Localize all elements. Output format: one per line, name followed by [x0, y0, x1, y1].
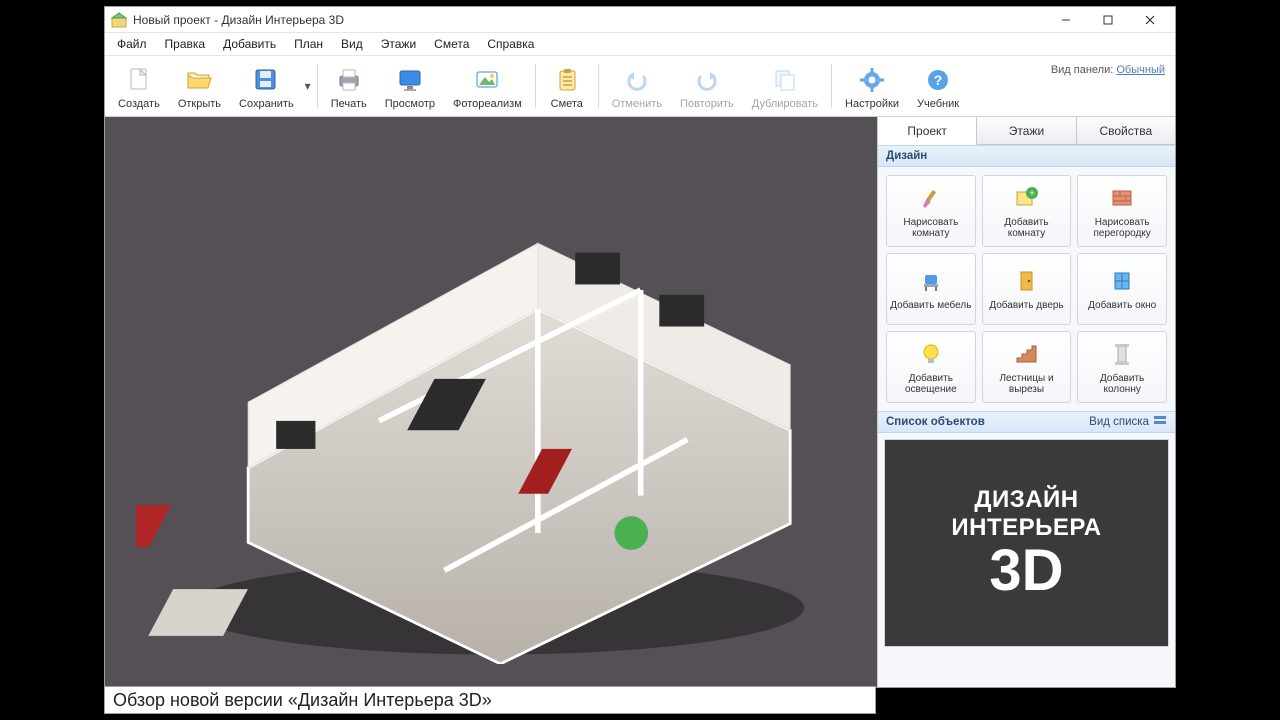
list-view-toggle[interactable] — [1153, 414, 1167, 431]
estimate-button[interactable]: Смета — [540, 58, 594, 114]
preview-button[interactable]: Просмотр — [376, 58, 444, 114]
svg-text:+: + — [1030, 188, 1035, 198]
brush-icon — [916, 183, 946, 213]
app-window: Новый проект - Дизайн Интерьера 3D Файл … — [104, 6, 1176, 688]
side-tabs: Проект Этажи Свойства — [878, 117, 1175, 145]
menu-floors[interactable]: Этажи — [373, 35, 424, 53]
duplicate-button[interactable]: Дублировать — [743, 58, 827, 114]
monitor-icon — [395, 65, 425, 95]
menu-help[interactable]: Справка — [479, 35, 542, 53]
add-stairs-button[interactable]: Лестницы и вырезы — [982, 331, 1072, 403]
add-room-button[interactable]: + Добавить комнату — [982, 175, 1072, 247]
folder-open-icon — [184, 65, 214, 95]
photoreal-button[interactable]: Фотореализм — [444, 58, 531, 114]
promo-block: ДИЗАЙН ИНТЕРЬЕРА 3D — [884, 439, 1169, 647]
menu-view[interactable]: Вид — [333, 35, 371, 53]
floor-plan-render — [136, 140, 846, 664]
save-button[interactable]: Сохранить — [230, 58, 303, 114]
draw-room-button[interactable]: Нарисовать комнату — [886, 175, 976, 247]
side-panel: Проект Этажи Свойства Дизайн Нарисовать … — [877, 117, 1175, 687]
undo-button[interactable]: Отменить — [603, 58, 671, 114]
menu-bar: Файл Правка Добавить План Вид Этажи Смет… — [105, 33, 1175, 55]
help-icon: ? — [923, 65, 953, 95]
add-door-button[interactable]: Добавить дверь — [982, 253, 1072, 325]
panel-mode: Вид панели: Обычный — [1051, 64, 1165, 76]
create-button[interactable]: Создать — [109, 58, 169, 114]
menu-file[interactable]: Файл — [109, 35, 155, 53]
objects-header: Список объектов Вид списка — [878, 411, 1175, 433]
design-header: Дизайн — [878, 145, 1175, 167]
viewport-3d[interactable] — [105, 117, 877, 687]
clipboard-icon — [552, 65, 582, 95]
app-icon — [111, 12, 127, 28]
file-new-icon — [124, 65, 154, 95]
add-furniture-button[interactable]: Добавить мебель — [886, 253, 976, 325]
redo-icon — [692, 65, 722, 95]
save-icon — [251, 65, 281, 95]
list-view-label: Вид списка — [1089, 416, 1149, 428]
title-bar: Новый проект - Дизайн Интерьера 3D — [105, 7, 1175, 33]
window-icon — [1107, 266, 1137, 296]
print-button[interactable]: Печать — [322, 58, 376, 114]
redo-button[interactable]: Повторить — [671, 58, 743, 114]
printer-icon — [334, 65, 364, 95]
gear-icon — [857, 65, 887, 95]
stairs-icon — [1011, 339, 1041, 369]
photo-icon — [472, 65, 502, 95]
add-column-button[interactable]: Добавить колонну — [1077, 331, 1167, 403]
panel-mode-link[interactable]: Обычный — [1116, 64, 1165, 76]
minimize-button[interactable] — [1045, 8, 1087, 32]
design-grid: Нарисовать комнату + Добавить комнату На… — [878, 167, 1175, 411]
open-button[interactable]: Открыть — [169, 58, 230, 114]
settings-button[interactable]: Настройки — [836, 58, 908, 114]
tab-floors[interactable]: Этажи — [977, 117, 1076, 144]
column-icon — [1107, 339, 1137, 369]
save-dropdown[interactable]: ▾ — [303, 58, 313, 114]
bulb-icon — [916, 339, 946, 369]
menu-estimate[interactable]: Смета — [426, 35, 477, 53]
draw-partition-button[interactable]: Нарисовать перегородку — [1077, 175, 1167, 247]
undo-icon — [622, 65, 652, 95]
svg-text:?: ? — [934, 72, 943, 88]
add-window-button[interactable]: Добавить окно — [1077, 253, 1167, 325]
duplicate-icon — [770, 65, 800, 95]
chair-icon — [916, 266, 946, 296]
video-caption: Обзор новой версии «Дизайн Интерьера 3D» — [104, 686, 876, 714]
room-plus-icon: + — [1011, 183, 1041, 213]
door-icon — [1011, 266, 1041, 296]
menu-add[interactable]: Добавить — [215, 35, 284, 53]
maximize-button[interactable] — [1087, 8, 1129, 32]
window-title: Новый проект - Дизайн Интерьера 3D — [133, 13, 344, 27]
toolbar: Создать Открыть Сохранить ▾ Печать Прос — [105, 55, 1175, 117]
menu-plan[interactable]: План — [286, 35, 331, 53]
tab-project[interactable]: Проект — [878, 117, 977, 145]
tab-properties[interactable]: Свойства — [1077, 117, 1175, 144]
close-button[interactable] — [1129, 8, 1171, 32]
add-lighting-button[interactable]: Добавить освещение — [886, 331, 976, 403]
tutorial-button[interactable]: ? Учебник — [908, 58, 968, 114]
brick-wall-icon — [1107, 183, 1137, 213]
menu-edit[interactable]: Правка — [157, 35, 214, 53]
